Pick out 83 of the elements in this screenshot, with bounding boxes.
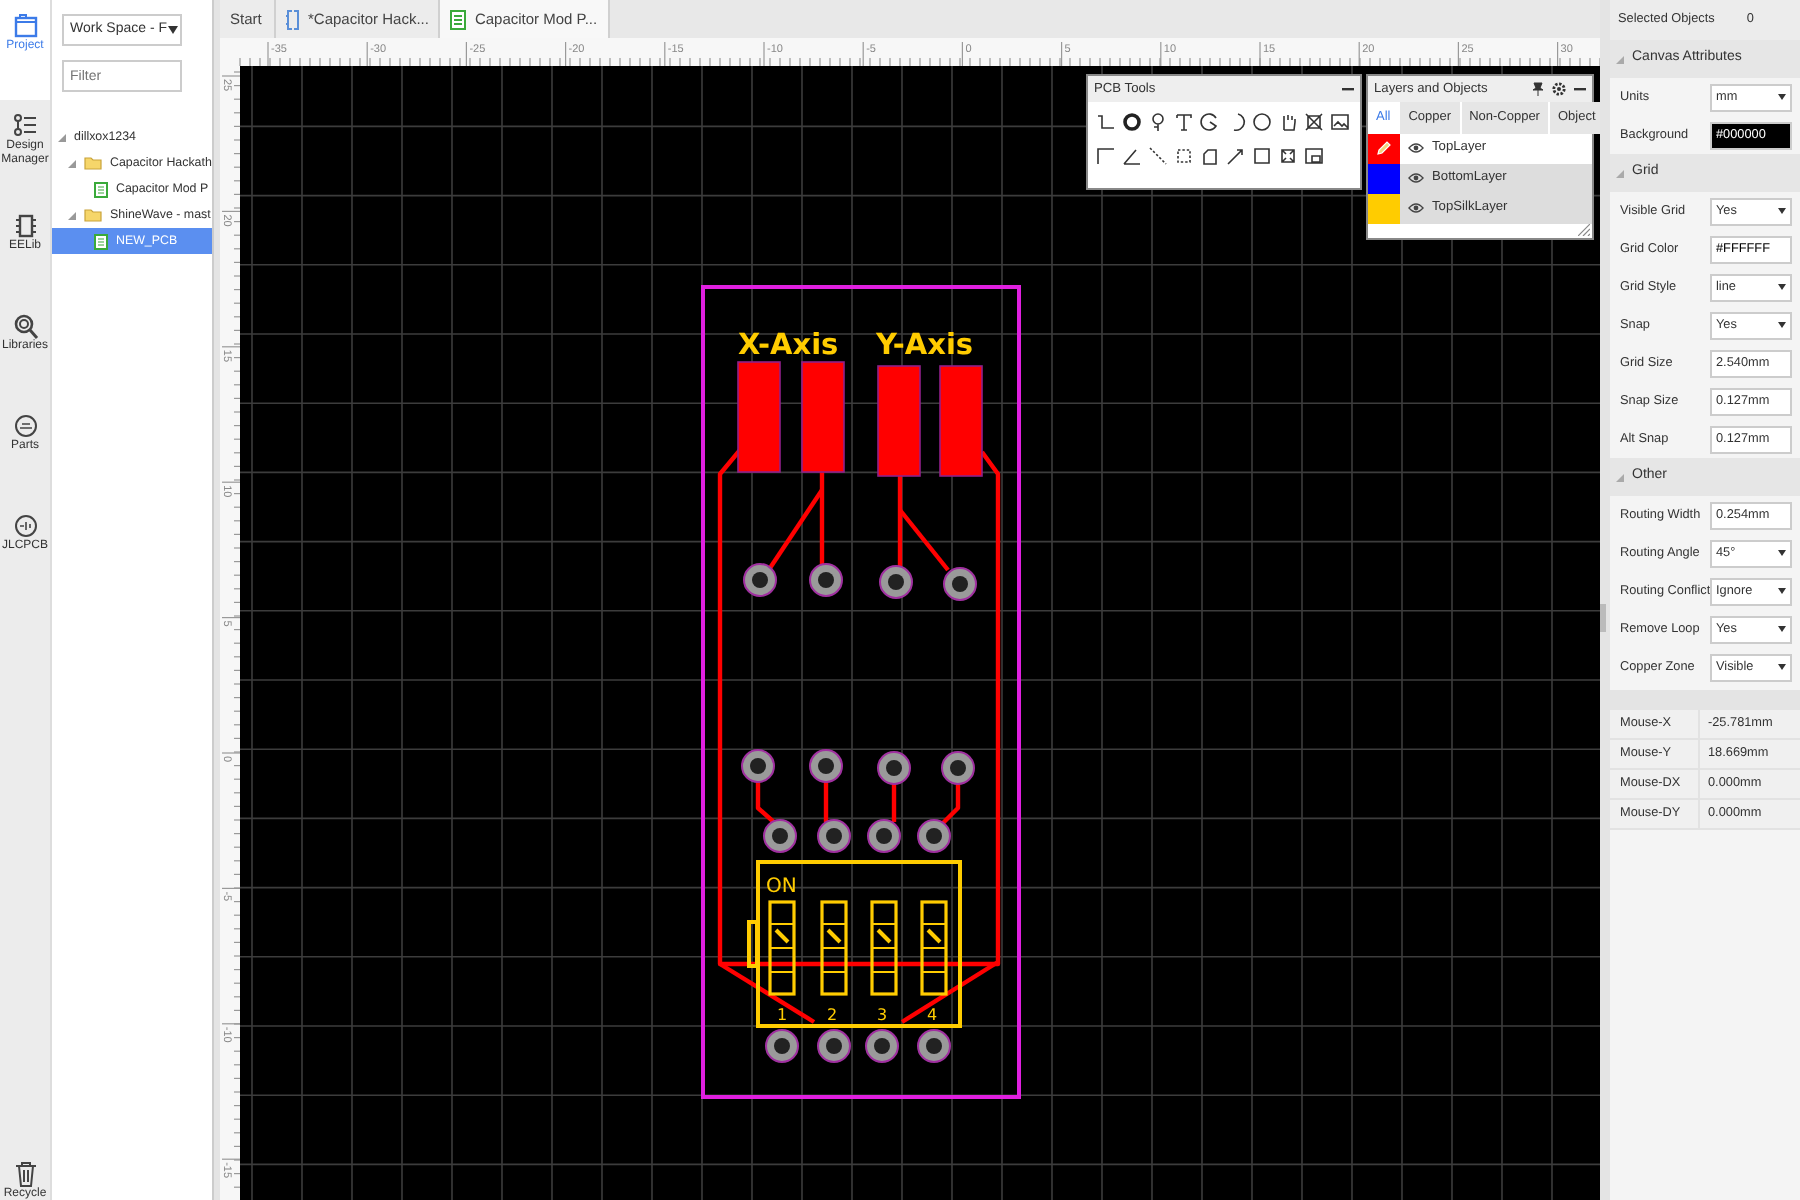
- expand-arrow-icon[interactable]: [68, 159, 76, 167]
- through-hole-pad: [817, 819, 851, 853]
- switch-slot: [920, 900, 948, 996]
- square-icon[interactable]: [1252, 146, 1272, 166]
- image-icon[interactable]: [1330, 112, 1350, 132]
- switch-number: 4: [927, 1006, 938, 1024]
- through-hole-pad: [743, 563, 777, 597]
- arrow-icon[interactable]: [1226, 146, 1246, 166]
- through-hole-pad: [943, 567, 977, 601]
- folder-icon: [84, 156, 102, 170]
- document-icon: [94, 233, 108, 249]
- pin-icon[interactable]: [1532, 82, 1544, 96]
- document-icon: [94, 181, 108, 197]
- silkscreen-label: Y-Axis: [876, 330, 974, 362]
- through-hole-pad: [917, 819, 951, 853]
- layer-color-swatch[interactable]: [1368, 133, 1400, 164]
- caret-icon: [1778, 284, 1786, 290]
- angle-icon[interactable]: [1122, 146, 1142, 166]
- silkscreen-label: ON: [766, 876, 797, 898]
- caret-icon: [1778, 208, 1786, 214]
- caret-icon: [1778, 664, 1786, 670]
- through-hole-pad: [741, 749, 775, 783]
- eye-icon[interactable]: [1408, 142, 1424, 155]
- dashed-square-icon[interactable]: [1174, 146, 1194, 166]
- switch-number: 3: [877, 1006, 888, 1024]
- switch-number: 1: [777, 1006, 788, 1024]
- list-icon[interactable]: [11, 112, 39, 140]
- through-hole-pad: [867, 819, 901, 853]
- image-icon[interactable]: [1304, 146, 1324, 166]
- search-icon[interactable]: [11, 312, 39, 340]
- pencil-icon: [1376, 140, 1392, 157]
- folder-icon: [84, 208, 102, 222]
- through-hole-pad: [917, 1029, 951, 1063]
- through-hole-pad: [817, 1029, 851, 1063]
- schematic-icon: [286, 9, 300, 29]
- through-hole-pad: [765, 1029, 799, 1063]
- ring-icon[interactable]: [1122, 112, 1142, 132]
- minimize-icon[interactable]: [1342, 87, 1354, 91]
- corner-icon[interactable]: [1096, 146, 1116, 166]
- smd-pad: [737, 361, 781, 473]
- expand-arrow-icon[interactable]: [68, 211, 76, 219]
- eye-icon[interactable]: [1408, 202, 1424, 215]
- switch-slot: [820, 900, 848, 996]
- settings-icon[interactable]: [1552, 82, 1566, 96]
- trash-icon[interactable]: [13, 1160, 37, 1188]
- chip-icon[interactable]: [11, 212, 39, 240]
- eye-icon[interactable]: [1408, 172, 1424, 185]
- through-hole-pad: [941, 751, 975, 785]
- caret-icon: [1778, 588, 1786, 594]
- caret-icon: [167, 26, 177, 34]
- caret-icon: [1778, 550, 1786, 556]
- expand-arrow-icon[interactable]: [58, 133, 66, 141]
- shape-icon[interactable]: [1200, 146, 1220, 166]
- project-icon[interactable]: [11, 12, 39, 40]
- splitter-handle[interactable]: [1600, 604, 1606, 632]
- switch-slot: [870, 900, 898, 996]
- dotted-line-icon[interactable]: [1148, 146, 1168, 166]
- caret-icon: [1778, 626, 1786, 632]
- layer-color-swatch[interactable]: [1368, 163, 1400, 194]
- through-hole-pad: [809, 563, 843, 597]
- through-hole-pad: [763, 819, 797, 853]
- hand-icon[interactable]: [1278, 112, 1298, 132]
- through-hole-pad: [809, 749, 843, 783]
- caret-icon: [1778, 322, 1786, 328]
- through-hole-pad: [865, 1029, 899, 1063]
- circle-icon[interactable]: [11, 412, 39, 440]
- smd-pad: [801, 361, 845, 473]
- through-hole-pad: [879, 565, 913, 599]
- smd-pad: [877, 365, 921, 477]
- wire-icon[interactable]: [1096, 112, 1116, 132]
- through-hole-pad: [877, 751, 911, 785]
- silkscreen-label: X-Axis: [738, 330, 839, 362]
- resize-grip-icon[interactable]: [1578, 224, 1590, 236]
- document-icon: [450, 9, 467, 29]
- layer-color-swatch[interactable]: [1368, 193, 1400, 224]
- pin-icon[interactable]: [1148, 112, 1168, 132]
- circle-icon[interactable]: [11, 512, 39, 540]
- minimize-icon[interactable]: [1574, 87, 1586, 91]
- caret-icon: [1778, 94, 1786, 100]
- switch-number: 2: [827, 1006, 838, 1024]
- t-shape-icon[interactable]: [1174, 112, 1194, 132]
- smd-pad: [939, 365, 983, 477]
- switch-slot: [768, 900, 796, 996]
